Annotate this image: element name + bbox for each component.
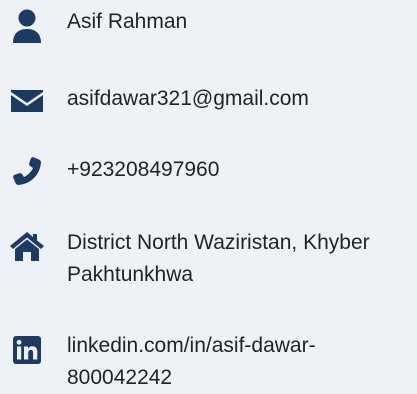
contact-phone-link[interactable]: +923208497960 <box>67 154 415 186</box>
home-icon <box>8 230 46 262</box>
contact-linkedin-link[interactable]: linkedin.com/in/asif-dawar-800042242 <box>67 330 415 394</box>
user-icon <box>8 9 46 45</box>
contact-card: Asif Rahman asifdawar321@gmail.com +9232… <box>0 0 417 389</box>
envelope-icon <box>8 88 46 114</box>
phone-icon <box>8 155 46 187</box>
linkedin-icon <box>8 336 46 364</box>
contact-address: District North Waziristan, Khyber Pakhtu… <box>67 231 370 286</box>
contact-name: Asif Rahman <box>67 10 188 33</box>
contact-email-link[interactable]: asifdawar321@gmail.com <box>67 83 415 115</box>
